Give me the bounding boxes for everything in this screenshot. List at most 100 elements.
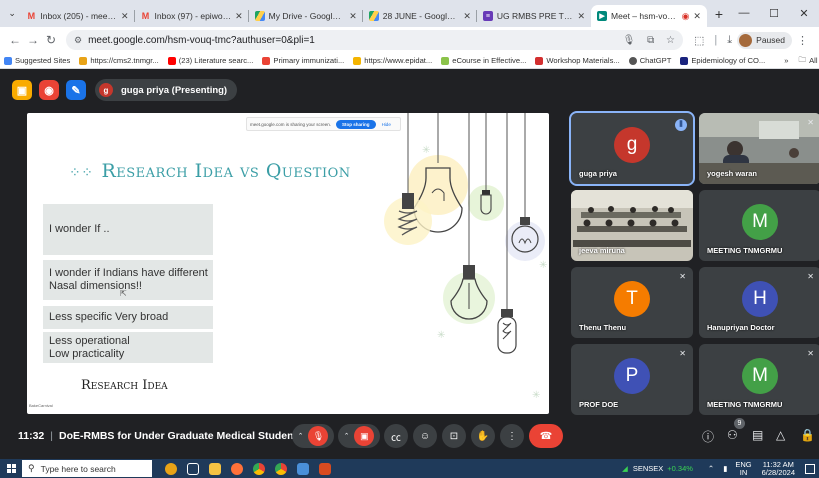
bookmark-item[interactable]: ChatGPT — [628, 56, 671, 65]
participant-tile[interactable]: jeeva miruna — [571, 190, 693, 261]
close-tab-icon[interactable]: ✕ — [693, 11, 701, 22]
firefox-icon[interactable] — [226, 459, 248, 478]
app-icon[interactable] — [314, 459, 336, 478]
chevron-up-icon[interactable]: ⌃ — [298, 432, 304, 440]
more-options-button[interactable]: ⋮ — [500, 424, 524, 448]
profile-button[interactable]: Paused — [737, 31, 792, 49]
slide-text-box: I wonder if Indians have different Nasal… — [43, 260, 213, 300]
site-settings-icon[interactable]: ⚙ — [74, 35, 82, 46]
camera-control[interactable]: ⌃ ▣ — [338, 424, 380, 448]
presenting-label: guga priya (Presenting) — [121, 84, 228, 96]
participant-tile[interactable]: M MEETING TNMGRMU — [699, 190, 819, 261]
chrome-icon[interactable] — [248, 459, 270, 478]
minimize-icon[interactable]: — — [729, 7, 759, 20]
bookmark-item[interactable]: eCourse in Effective... — [441, 56, 526, 65]
close-tab-icon[interactable]: ✕ — [463, 11, 471, 22]
mic-permission-icon[interactable]: 🎙 — [623, 35, 636, 46]
browser-tab[interactable]: My Drive - Google Drive ✕ — [249, 5, 363, 27]
info-icon[interactable]: ⓘ — [702, 428, 714, 445]
stop-sharing-button[interactable]: Stop sharing — [336, 119, 376, 129]
language-indicator[interactable]: ENG IN — [735, 460, 751, 477]
recording-icon[interactable]: ◉ — [39, 80, 59, 100]
browser-tab[interactable]: M Inbox (205) - meeting@tn ✕ — [20, 5, 135, 27]
menu-kebab-icon[interactable]: ⋮ — [797, 34, 808, 47]
drive-icon — [254, 11, 265, 21]
kebab-menu-icon: ⋮ — [507, 430, 517, 442]
forward-icon[interactable]: → — [24, 33, 42, 47]
extensions-icon[interactable]: ⬚ — [694, 34, 704, 47]
taskbar-clock[interactable]: 11:32 AM 6/28/2024 — [762, 460, 795, 477]
camera-off-icon[interactable]: ▣ — [354, 426, 375, 446]
maximize-icon[interactable]: ☐ — [759, 7, 789, 20]
store-icon[interactable] — [292, 459, 314, 478]
chrome-profile-icon[interactable] — [270, 459, 292, 478]
microphone-control[interactable]: ⌃ 🎙 — [292, 424, 334, 448]
participant-tile[interactable]: H ✕ Hanupriyan Doctor — [699, 267, 819, 338]
people-icon[interactable]: ⚇ — [727, 428, 738, 442]
bookmark-label: (23) Literature searc... — [178, 56, 254, 65]
start-button[interactable] — [0, 459, 22, 478]
participant-tile[interactable]: T ✕ Thenu Thenu — [571, 267, 693, 338]
notification-icon[interactable] — [805, 463, 815, 474]
all-bookmarks-button[interactable]: All Bookmarks — [809, 56, 819, 65]
bookmark-item[interactable]: (23) Literature searc... — [167, 56, 254, 65]
reactions-button[interactable]: ☺ — [413, 424, 437, 448]
activities-icon[interactable]: ▣ — [12, 80, 32, 100]
close-tab-icon[interactable]: ✕ — [235, 11, 243, 22]
close-tab-icon[interactable]: ✕ — [577, 11, 585, 22]
activities-icon[interactable]: △ — [776, 428, 785, 442]
browser-tab[interactable]: M Inbox (97) - epiworkshop@ ✕ — [135, 5, 249, 27]
sparkle-icon: ⁘⁘ — [69, 165, 94, 181]
bookmark-item[interactable]: https://cms2.tnmgr... — [79, 56, 159, 65]
bookmark-star-icon[interactable]: ☆ — [666, 35, 675, 46]
present-button[interactable]: ⊡ — [442, 424, 466, 448]
file-explorer-icon[interactable] — [204, 459, 226, 478]
url-text[interactable]: meet.google.com/hsm-vouq-tmc?authuser=0&… — [88, 35, 614, 46]
chevron-up-icon[interactable]: ⌃ — [344, 432, 350, 440]
close-window-icon[interactable]: ✕ — [789, 7, 819, 20]
participant-tile[interactable]: M ✕ MEETING TNMGRMU — [699, 344, 819, 415]
hide-share-bar-link[interactable]: Hide — [382, 122, 391, 127]
bookmark-item[interactable]: https://www.epidat... — [353, 56, 432, 65]
bookmark-item[interactable]: Primary immunizati... — [262, 56, 344, 65]
document-icon — [680, 56, 689, 65]
reload-icon[interactable]: ↻ — [42, 33, 60, 47]
stock-ticker[interactable]: SENSEX — [633, 464, 663, 473]
mic-off-icon[interactable]: 🎙 — [308, 426, 329, 446]
svg-text:✳: ✳ — [539, 260, 547, 271]
browser-tab-active[interactable]: ▶ Meet – hsm-vouq-tmc ◉ ✕ — [591, 5, 707, 27]
raise-hand-button[interactable]: ✋ — [471, 424, 495, 448]
tab-search-icon[interactable]: ⌄ — [4, 8, 20, 19]
participant-tile[interactable]: g ⫼ guga priya — [569, 111, 695, 186]
chat-icon[interactable]: ▤ — [752, 428, 763, 442]
task-view-icon[interactable] — [182, 459, 204, 478]
news-widget-icon[interactable] — [160, 459, 182, 478]
captions-button[interactable]: ㏄ — [384, 424, 408, 448]
effects-icon[interactable]: ✎ — [66, 80, 86, 100]
browser-tab[interactable]: 28 JUNE - Google Drive ✕ — [363, 5, 477, 27]
chevron-up-icon[interactable]: ⌃ — [708, 464, 714, 473]
browser-tab[interactable]: ≡ UG RMBS PRE TEST 28/06/ ✕ — [477, 5, 591, 27]
svg-text:✳: ✳ — [422, 145, 430, 156]
bookmark-item[interactable]: Epidemiology of CO... — [680, 56, 765, 65]
avatar: T — [614, 280, 650, 317]
download-icon[interactable]: ⤓ — [727, 34, 732, 47]
close-tab-icon[interactable]: ✕ — [121, 11, 129, 22]
bookmarks-overflow-button[interactable]: » — [784, 56, 788, 65]
close-tab-icon[interactable]: ✕ — [349, 11, 357, 22]
presenting-indicator[interactable]: g guga priya (Presenting) — [95, 79, 238, 101]
participant-tile[interactable]: P ✕ PROF DOE — [571, 344, 693, 415]
meet-header: ▣ ◉ ✎ g guga priya (Presenting) — [0, 70, 819, 110]
bookmark-item[interactable]: Workshop Materials... — [535, 56, 620, 65]
leave-call-button[interactable]: ☎ — [529, 424, 563, 448]
back-icon[interactable]: ← — [6, 33, 24, 47]
participant-name: PROF DOE — [579, 400, 619, 409]
new-tab-button[interactable]: + — [709, 6, 729, 22]
address-bar[interactable]: ⚙ meet.google.com/hsm-vouq-tmc?authuser=… — [66, 30, 684, 50]
bookmark-item[interactable]: Suggested Sites — [4, 56, 70, 65]
taskbar-search[interactable]: ⚲ Type here to search — [22, 460, 152, 477]
participant-tile[interactable]: ✕ yogesh waran — [699, 113, 819, 184]
network-icon[interactable]: ▮ — [723, 464, 727, 473]
open-in-app-icon[interactable]: ⧉ — [647, 35, 654, 46]
host-controls-icon[interactable]: 🔒 — [800, 428, 815, 442]
